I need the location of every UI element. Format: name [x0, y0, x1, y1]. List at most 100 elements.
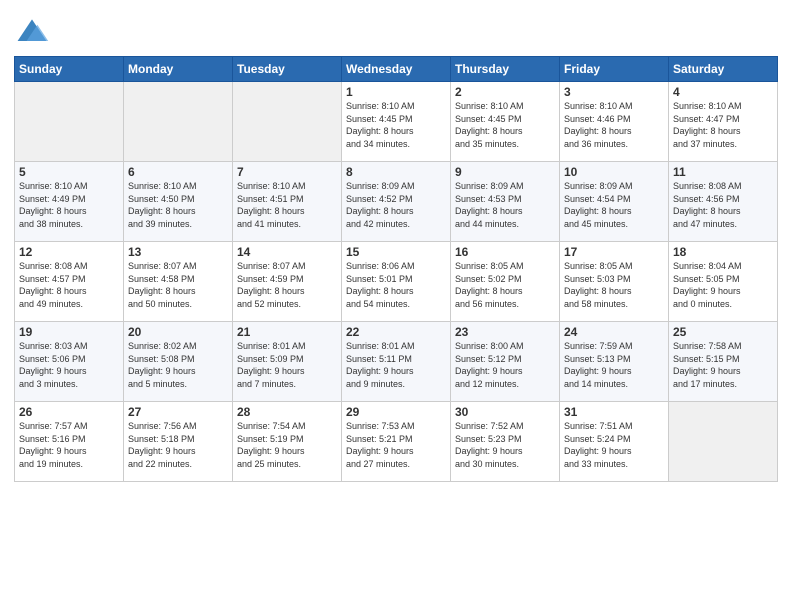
calendar-cell: 17Sunrise: 8:05 AM Sunset: 5:03 PM Dayli…: [560, 242, 669, 322]
day-info: Sunrise: 8:10 AM Sunset: 4:45 PM Dayligh…: [455, 100, 555, 150]
calendar-cell: 16Sunrise: 8:05 AM Sunset: 5:02 PM Dayli…: [451, 242, 560, 322]
calendar-cell: 4Sunrise: 8:10 AM Sunset: 4:47 PM Daylig…: [669, 82, 778, 162]
weekday-header-row: SundayMondayTuesdayWednesdayThursdayFrid…: [15, 57, 778, 82]
day-info: Sunrise: 8:01 AM Sunset: 5:11 PM Dayligh…: [346, 340, 446, 390]
day-number: 27: [128, 405, 228, 419]
day-number: 31: [564, 405, 664, 419]
calendar-cell: 21Sunrise: 8:01 AM Sunset: 5:09 PM Dayli…: [233, 322, 342, 402]
day-number: 29: [346, 405, 446, 419]
day-number: 25: [673, 325, 773, 339]
day-number: 18: [673, 245, 773, 259]
day-info: Sunrise: 7:56 AM Sunset: 5:18 PM Dayligh…: [128, 420, 228, 470]
day-info: Sunrise: 8:08 AM Sunset: 4:57 PM Dayligh…: [19, 260, 119, 310]
day-number: 3: [564, 85, 664, 99]
logo-icon: [14, 14, 50, 50]
day-info: Sunrise: 7:58 AM Sunset: 5:15 PM Dayligh…: [673, 340, 773, 390]
day-info: Sunrise: 8:03 AM Sunset: 5:06 PM Dayligh…: [19, 340, 119, 390]
calendar-cell: 24Sunrise: 7:59 AM Sunset: 5:13 PM Dayli…: [560, 322, 669, 402]
day-number: 7: [237, 165, 337, 179]
day-info: Sunrise: 8:09 AM Sunset: 4:52 PM Dayligh…: [346, 180, 446, 230]
calendar-cell: 12Sunrise: 8:08 AM Sunset: 4:57 PM Dayli…: [15, 242, 124, 322]
day-number: 28: [237, 405, 337, 419]
calendar-cell: 5Sunrise: 8:10 AM Sunset: 4:49 PM Daylig…: [15, 162, 124, 242]
calendar-cell: 8Sunrise: 8:09 AM Sunset: 4:52 PM Daylig…: [342, 162, 451, 242]
weekday-header-friday: Friday: [560, 57, 669, 82]
day-info: Sunrise: 7:51 AM Sunset: 5:24 PM Dayligh…: [564, 420, 664, 470]
weekday-header-thursday: Thursday: [451, 57, 560, 82]
calendar-cell: 18Sunrise: 8:04 AM Sunset: 5:05 PM Dayli…: [669, 242, 778, 322]
calendar-cell: 1Sunrise: 8:10 AM Sunset: 4:45 PM Daylig…: [342, 82, 451, 162]
logo: [14, 14, 52, 50]
day-number: 23: [455, 325, 555, 339]
calendar-cell: 26Sunrise: 7:57 AM Sunset: 5:16 PM Dayli…: [15, 402, 124, 482]
weekday-header-tuesday: Tuesday: [233, 57, 342, 82]
day-number: 16: [455, 245, 555, 259]
day-info: Sunrise: 7:59 AM Sunset: 5:13 PM Dayligh…: [564, 340, 664, 390]
day-info: Sunrise: 8:06 AM Sunset: 5:01 PM Dayligh…: [346, 260, 446, 310]
calendar-cell: [669, 402, 778, 482]
day-number: 11: [673, 165, 773, 179]
calendar-cell: 25Sunrise: 7:58 AM Sunset: 5:15 PM Dayli…: [669, 322, 778, 402]
day-number: 22: [346, 325, 446, 339]
calendar-week-row: 5Sunrise: 8:10 AM Sunset: 4:49 PM Daylig…: [15, 162, 778, 242]
day-info: Sunrise: 8:08 AM Sunset: 4:56 PM Dayligh…: [673, 180, 773, 230]
day-info: Sunrise: 8:10 AM Sunset: 4:50 PM Dayligh…: [128, 180, 228, 230]
calendar-table: SundayMondayTuesdayWednesdayThursdayFrid…: [14, 56, 778, 482]
day-info: Sunrise: 8:10 AM Sunset: 4:45 PM Dayligh…: [346, 100, 446, 150]
calendar-cell: 10Sunrise: 8:09 AM Sunset: 4:54 PM Dayli…: [560, 162, 669, 242]
day-info: Sunrise: 8:04 AM Sunset: 5:05 PM Dayligh…: [673, 260, 773, 310]
day-info: Sunrise: 8:00 AM Sunset: 5:12 PM Dayligh…: [455, 340, 555, 390]
day-info: Sunrise: 8:10 AM Sunset: 4:51 PM Dayligh…: [237, 180, 337, 230]
calendar-cell: 20Sunrise: 8:02 AM Sunset: 5:08 PM Dayli…: [124, 322, 233, 402]
day-info: Sunrise: 8:10 AM Sunset: 4:46 PM Dayligh…: [564, 100, 664, 150]
calendar-week-row: 1Sunrise: 8:10 AM Sunset: 4:45 PM Daylig…: [15, 82, 778, 162]
day-number: 9: [455, 165, 555, 179]
day-number: 13: [128, 245, 228, 259]
calendar-cell: 6Sunrise: 8:10 AM Sunset: 4:50 PM Daylig…: [124, 162, 233, 242]
weekday-header-wednesday: Wednesday: [342, 57, 451, 82]
day-info: Sunrise: 8:07 AM Sunset: 4:59 PM Dayligh…: [237, 260, 337, 310]
day-info: Sunrise: 8:02 AM Sunset: 5:08 PM Dayligh…: [128, 340, 228, 390]
day-info: Sunrise: 8:01 AM Sunset: 5:09 PM Dayligh…: [237, 340, 337, 390]
day-info: Sunrise: 7:53 AM Sunset: 5:21 PM Dayligh…: [346, 420, 446, 470]
day-number: 12: [19, 245, 119, 259]
day-number: 21: [237, 325, 337, 339]
calendar-page: SundayMondayTuesdayWednesdayThursdayFrid…: [0, 0, 792, 612]
day-number: 1: [346, 85, 446, 99]
day-info: Sunrise: 8:05 AM Sunset: 5:03 PM Dayligh…: [564, 260, 664, 310]
calendar-cell: 19Sunrise: 8:03 AM Sunset: 5:06 PM Dayli…: [15, 322, 124, 402]
day-info: Sunrise: 8:05 AM Sunset: 5:02 PM Dayligh…: [455, 260, 555, 310]
day-number: 6: [128, 165, 228, 179]
calendar-cell: 13Sunrise: 8:07 AM Sunset: 4:58 PM Dayli…: [124, 242, 233, 322]
day-number: 24: [564, 325, 664, 339]
calendar-cell: 9Sunrise: 8:09 AM Sunset: 4:53 PM Daylig…: [451, 162, 560, 242]
calendar-cell: [233, 82, 342, 162]
day-info: Sunrise: 7:52 AM Sunset: 5:23 PM Dayligh…: [455, 420, 555, 470]
day-info: Sunrise: 7:54 AM Sunset: 5:19 PM Dayligh…: [237, 420, 337, 470]
day-info: Sunrise: 8:09 AM Sunset: 4:53 PM Dayligh…: [455, 180, 555, 230]
day-number: 4: [673, 85, 773, 99]
calendar-cell: 15Sunrise: 8:06 AM Sunset: 5:01 PM Dayli…: [342, 242, 451, 322]
day-number: 19: [19, 325, 119, 339]
calendar-cell: 11Sunrise: 8:08 AM Sunset: 4:56 PM Dayli…: [669, 162, 778, 242]
day-number: 15: [346, 245, 446, 259]
day-info: Sunrise: 8:07 AM Sunset: 4:58 PM Dayligh…: [128, 260, 228, 310]
calendar-cell: 31Sunrise: 7:51 AM Sunset: 5:24 PM Dayli…: [560, 402, 669, 482]
day-number: 5: [19, 165, 119, 179]
calendar-cell: 2Sunrise: 8:10 AM Sunset: 4:45 PM Daylig…: [451, 82, 560, 162]
weekday-header-sunday: Sunday: [15, 57, 124, 82]
day-number: 10: [564, 165, 664, 179]
calendar-cell: 28Sunrise: 7:54 AM Sunset: 5:19 PM Dayli…: [233, 402, 342, 482]
calendar-cell: 7Sunrise: 8:10 AM Sunset: 4:51 PM Daylig…: [233, 162, 342, 242]
calendar-week-row: 26Sunrise: 7:57 AM Sunset: 5:16 PM Dayli…: [15, 402, 778, 482]
day-info: Sunrise: 8:10 AM Sunset: 4:49 PM Dayligh…: [19, 180, 119, 230]
day-info: Sunrise: 7:57 AM Sunset: 5:16 PM Dayligh…: [19, 420, 119, 470]
calendar-cell: 29Sunrise: 7:53 AM Sunset: 5:21 PM Dayli…: [342, 402, 451, 482]
calendar-cell: 14Sunrise: 8:07 AM Sunset: 4:59 PM Dayli…: [233, 242, 342, 322]
day-number: 30: [455, 405, 555, 419]
calendar-cell: 27Sunrise: 7:56 AM Sunset: 5:18 PM Dayli…: [124, 402, 233, 482]
calendar-cell: [124, 82, 233, 162]
day-number: 20: [128, 325, 228, 339]
calendar-week-row: 12Sunrise: 8:08 AM Sunset: 4:57 PM Dayli…: [15, 242, 778, 322]
calendar-cell: 30Sunrise: 7:52 AM Sunset: 5:23 PM Dayli…: [451, 402, 560, 482]
